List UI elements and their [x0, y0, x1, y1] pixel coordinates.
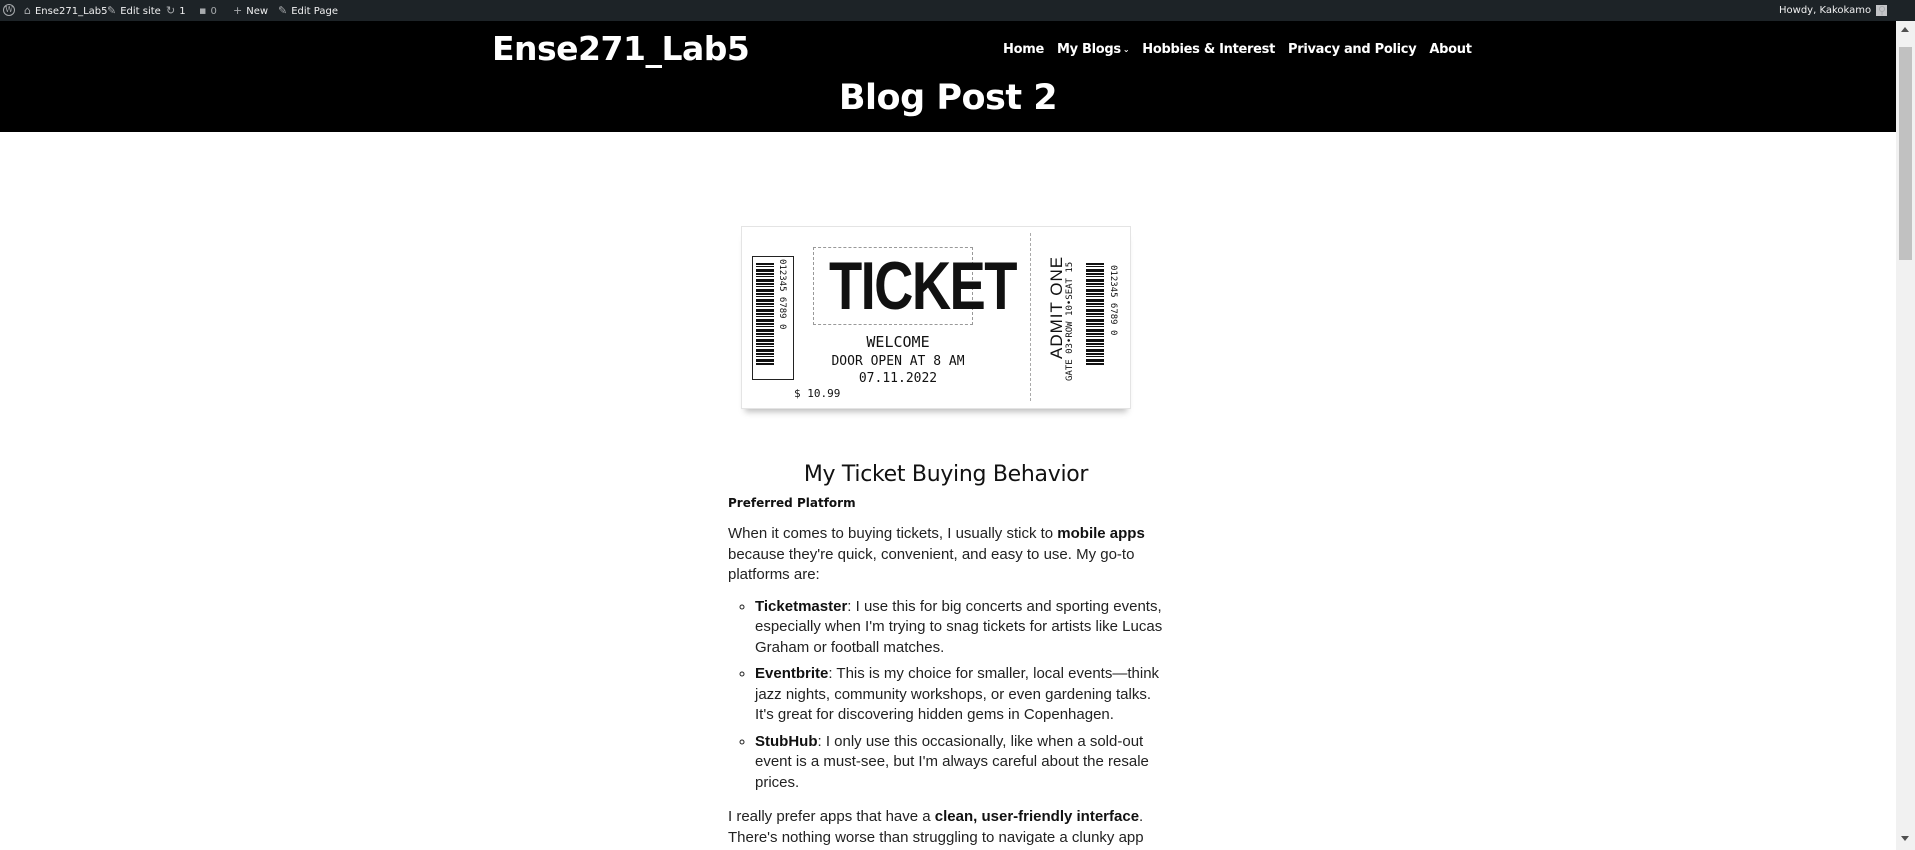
scrollbar[interactable]: [1896, 21, 1915, 850]
ticket-admit-one: ADMIT ONE: [1047, 255, 1066, 359]
barcode-icon: [756, 263, 774, 365]
plus-icon: +: [233, 4, 243, 17]
nav-item-home[interactable]: Home: [1003, 42, 1044, 57]
admin-edit-site[interactable]: ✎ Edit site: [107, 0, 161, 21]
scroll-down-arrow-icon[interactable]: [1901, 836, 1909, 841]
wordpress-logo-icon[interactable]: W: [3, 4, 15, 16]
ticket-image: 012345 6789 0 $ 10.99 TICKET WELCOME DOO…: [741, 226, 1131, 409]
ticket-price: $ 10.99: [794, 387, 841, 400]
platform-list: Ticketmaster: I use this for big concert…: [728, 597, 1164, 794]
barcode-number: 012345 6789 0: [1108, 265, 1118, 336]
nav-item-privacy[interactable]: Privacy and Policy: [1288, 42, 1417, 57]
admin-account[interactable]: Howdy, Kakokamo: [1779, 0, 1888, 21]
pencil-icon: ✎: [278, 4, 288, 17]
admin-comments[interactable]: ▪ 0: [199, 0, 217, 21]
intro-paragraph: When it comes to buying tickets, I usual…: [728, 525, 1145, 583]
post-content: My Ticket Buying Behavior Preferred Plat…: [728, 462, 1164, 848]
page-title: Blog Post 2: [838, 78, 1058, 118]
ticket-left-stub: 012345 6789 0: [752, 256, 794, 380]
ticket-door-time: DOOR OPEN AT 8 AM: [831, 354, 965, 369]
barcode-number: 012345 6789 0: [777, 259, 787, 330]
list-item: Eventbrite: This is my choice for smalle…: [755, 664, 1164, 726]
ticket-date: 07.11.2022: [858, 371, 938, 386]
scroll-up-arrow-icon[interactable]: [1901, 27, 1909, 32]
admin-edit-page[interactable]: ✎ Edit Page: [278, 0, 338, 21]
scrollbar-thumb[interactable]: [1899, 47, 1912, 260]
admin-site-name[interactable]: ⌂ Ense271_Lab5: [24, 0, 108, 21]
list-item: StubHub: I only use this occasionally, l…: [755, 732, 1164, 794]
ticket-perforation: [1030, 233, 1031, 401]
updates-icon: ↻: [166, 4, 176, 17]
admin-updates[interactable]: ↻ 1: [166, 0, 186, 21]
main-navigation: Home My Blogs ⌄ Hobbies & Interest Privac…: [1003, 42, 1472, 57]
closing-paragraph: I really prefer apps that have a clean, …: [728, 808, 1144, 846]
list-item: Ticketmaster: I use this for big concert…: [755, 597, 1164, 659]
admin-bar: W ⌂ Ense271_Lab5 ✎ Edit site ↻ 1 ▪ 0 + New ✎ E…: [0, 0, 1915, 21]
nav-item-my-blogs[interactable]: My Blogs ⌄: [1057, 42, 1130, 57]
site-header: Ense271_Lab5 Home My Blogs ⌄ Hobbies & In…: [0, 21, 1896, 132]
search-icon: ⚲: [1878, 4, 1887, 17]
site-title[interactable]: Ense271_Lab5: [492, 29, 750, 68]
subsection-heading: Preferred Platform: [728, 496, 856, 510]
nav-item-about[interactable]: About: [1429, 42, 1472, 57]
barcode-icon: [1086, 263, 1104, 365]
ticket-seat-info: GATE 03•ROW 10•SEAT 15: [1065, 261, 1075, 381]
admin-search-icon[interactable]: ⚲: [1878, 0, 1890, 21]
section-heading: My Ticket Buying Behavior: [803, 462, 1089, 487]
chevron-down-icon: ⌄: [1122, 45, 1130, 54]
nav-item-hobbies[interactable]: Hobbies & Interest: [1142, 42, 1275, 57]
ticket-welcome: WELCOME: [866, 333, 930, 351]
ticket-headline: TICKET: [829, 248, 1017, 324]
dashboard-icon: ⌂: [24, 4, 31, 17]
admin-new[interactable]: + New: [233, 0, 268, 21]
comment-icon: ▪: [199, 4, 207, 17]
brush-icon: ✎: [107, 4, 117, 17]
